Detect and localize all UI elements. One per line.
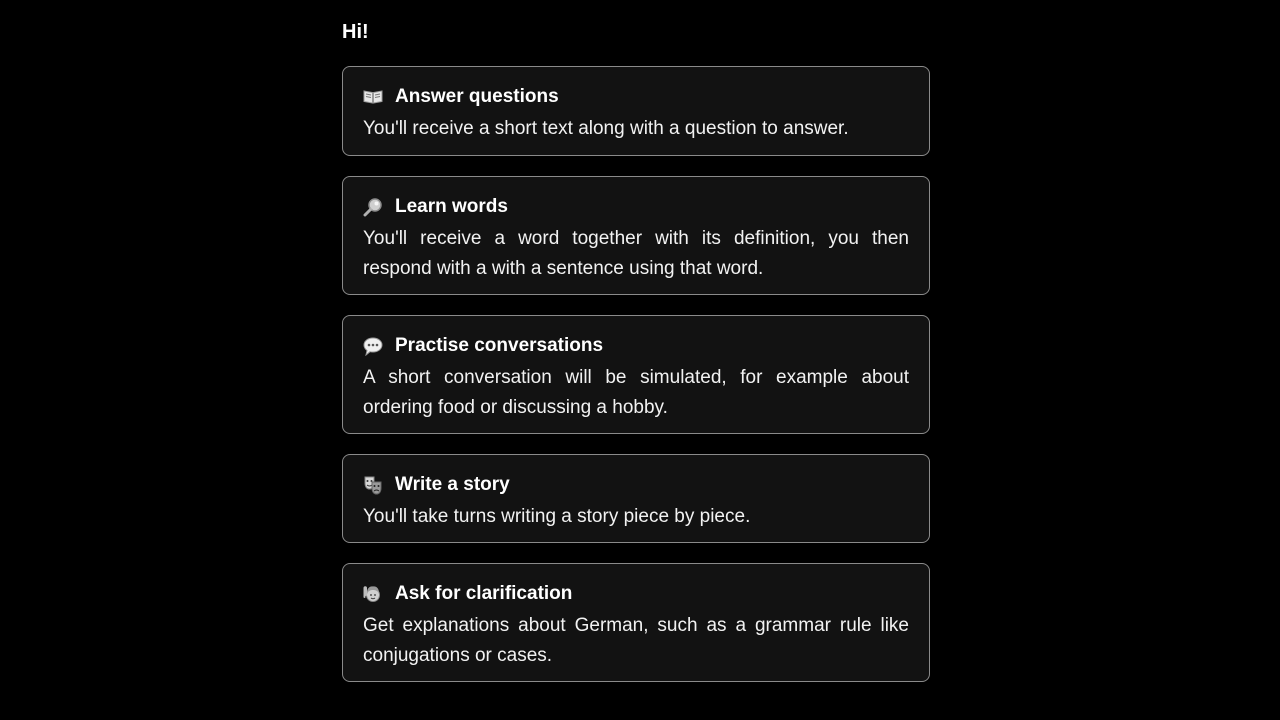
card-title: Answer questions — [395, 86, 559, 107]
card-title: Write a story — [395, 474, 510, 495]
card-description: You'll receive a short text along with a… — [363, 118, 849, 139]
card-description: You'll take turns writing a story piece … — [363, 506, 751, 527]
card-practise-conversations[interactable]: Practise conversations A short conversat… — [342, 315, 930, 434]
card-title: Practise conversations — [395, 335, 604, 356]
card-description: You'll receive a word together with its … — [363, 228, 909, 279]
card-learn-words[interactable]: Learn words You'll receive a word togeth… — [342, 176, 930, 295]
card-answer-questions[interactable]: Answer questions You'll receive a short … — [342, 66, 930, 156]
magnifying-glass-icon — [363, 197, 383, 217]
speech-bubble-icon — [363, 336, 383, 356]
card-description: A short conversation will be simulated, … — [363, 367, 909, 418]
open-book-icon — [363, 87, 383, 107]
card-description: Get explanations about German, such as a… — [363, 615, 909, 666]
card-title: Learn words — [395, 196, 508, 217]
card-write-a-story[interactable]: Write a story You'll take turns writing … — [342, 454, 930, 543]
card-ask-for-clarification[interactable]: Ask for clarification Get explanations a… — [342, 563, 930, 682]
greeting-heading: Hi! — [342, 21, 369, 43]
card-title: Ask for clarification — [395, 583, 573, 604]
raising-hand-icon — [363, 584, 383, 604]
theater-masks-icon — [363, 475, 383, 495]
